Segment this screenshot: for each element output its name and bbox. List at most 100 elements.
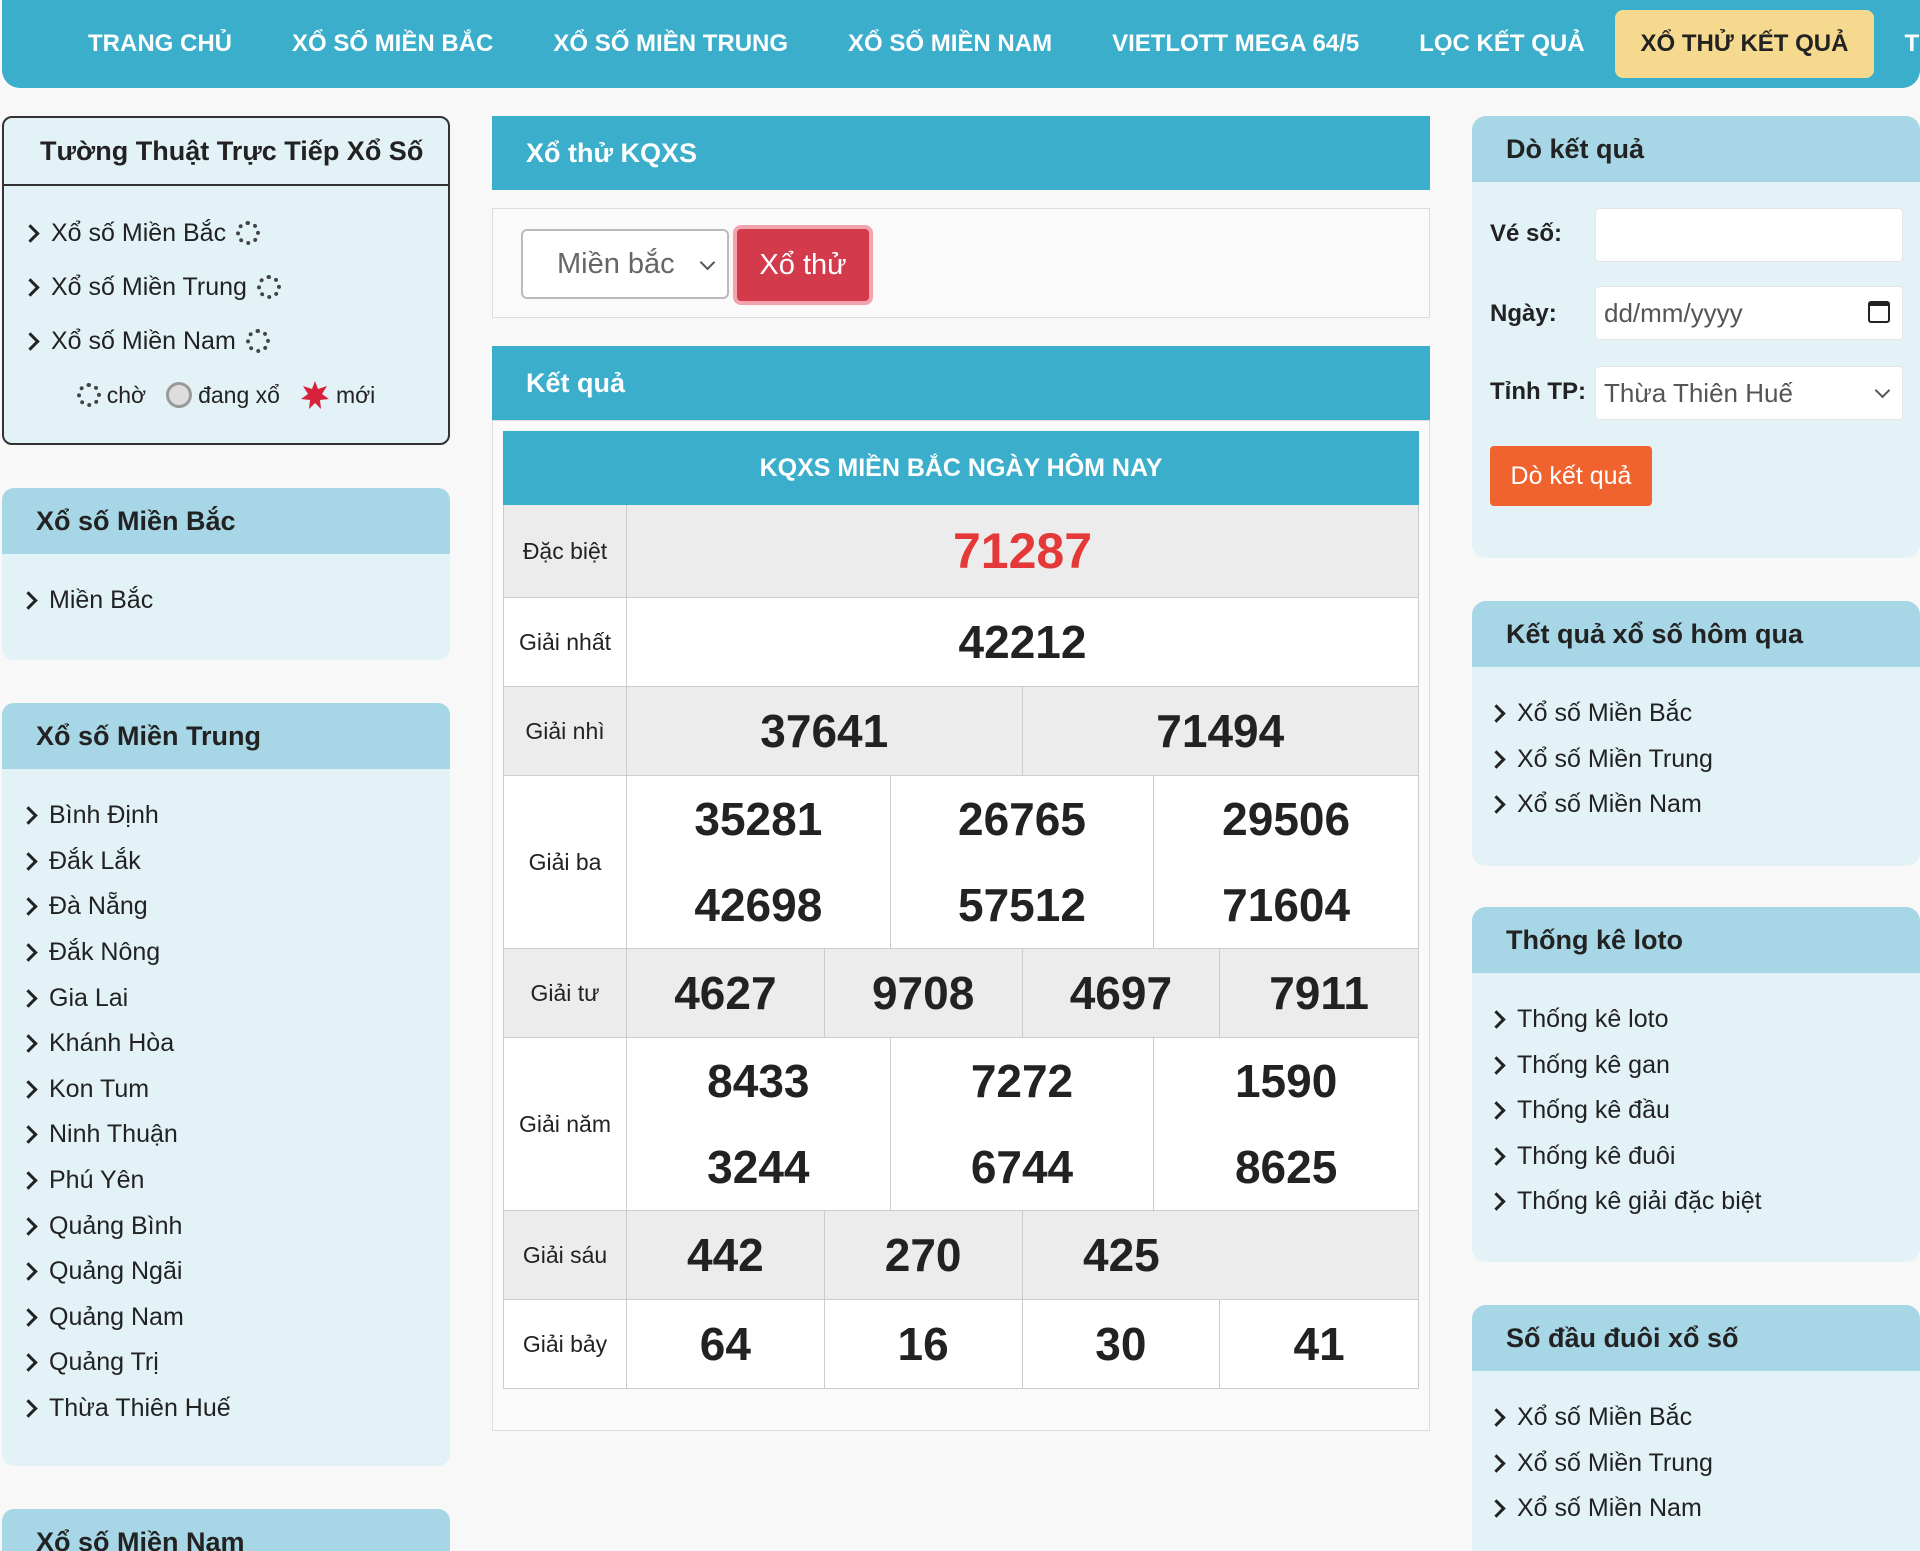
chevron-down-icon: [1874, 382, 1891, 399]
yesterday-link[interactable]: Xổ số Miền Nam: [1472, 782, 1920, 828]
nav-news[interactable]: TIN TỨC: [1874, 10, 1920, 78]
side-link-label: Miền Bắc: [49, 586, 154, 615]
side-link-province[interactable]: Khánh Hòa: [2, 1021, 450, 1067]
prize-row: Giải sáu 442 270 425: [503, 1211, 1419, 1300]
live-item-label: Xổ số Miền Trung: [51, 272, 247, 301]
link-label: Thống kê gan: [1517, 1050, 1670, 1079]
nav-trial[interactable]: XỔ THỬ KẾT QUẢ: [1614, 10, 1875, 78]
prize-number: 442: [627, 1211, 825, 1299]
side-link-province[interactable]: Quảng Nam: [2, 1295, 450, 1341]
side-link-province[interactable]: Đà Nẵng: [2, 884, 450, 930]
special-prize-number: 71287: [952, 523, 1093, 579]
trial-draw-button[interactable]: Xổ thử: [733, 225, 873, 305]
side-link-province[interactable]: Bình Định: [2, 793, 450, 839]
waiting-spinner-icon: [245, 329, 270, 353]
side-link-label: Đà Nẵng: [49, 892, 148, 921]
side-link-province[interactable]: Gia Lai: [2, 975, 450, 1021]
link-label: Thống kê đầu: [1517, 1096, 1670, 1125]
panel-title: Số đầu đuôi xổ số: [1472, 1305, 1920, 1371]
nav-filter[interactable]: LỌC KẾT QUẢ: [1389, 10, 1614, 78]
nav-home[interactable]: TRANG CHỦ: [58, 10, 262, 78]
side-link-province[interactable]: Kon Tum: [2, 1067, 450, 1113]
chevron-right-icon: [19, 1216, 38, 1236]
side-link-label: Phú Yên: [49, 1166, 145, 1195]
side-link-province[interactable]: Quảng Ngãi: [2, 1249, 450, 1295]
prize-label: Giải sáu: [504, 1211, 627, 1299]
chevron-right-icon: [1487, 1499, 1506, 1518]
side-link-province[interactable]: Phú Yên: [2, 1158, 450, 1204]
nav-vietlott[interactable]: VIETLOTT MEGA 64/5: [1082, 10, 1389, 78]
legend-wait: chờ: [76, 382, 146, 409]
trial-header: Xổ thử KQXS: [492, 116, 1430, 190]
side-link-province[interactable]: Quảng Trị: [2, 1340, 450, 1386]
new-star-icon: [300, 381, 329, 409]
side-link-province[interactable]: Đắk Nông: [2, 930, 450, 976]
prize-row: Giải ba 35281 26765 29506 42698 57512 71604: [503, 776, 1419, 949]
side-link-province[interactable]: Ninh Thuận: [2, 1112, 450, 1158]
side-link-label: Quảng Bình: [49, 1211, 183, 1240]
chevron-right-icon: [19, 897, 38, 917]
headtail-link[interactable]: Xổ số Miền Bắc: [1472, 1395, 1920, 1441]
stats-link[interactable]: Thống kê giải đặc biệt: [1472, 1179, 1920, 1225]
link-label: Xổ số Miền Nam: [1517, 790, 1702, 819]
chevron-right-icon: [1487, 1147, 1506, 1166]
prize-number: 4627: [627, 949, 825, 1037]
yesterday-link[interactable]: Xổ số Miền Trung: [1472, 737, 1920, 783]
headtail-link[interactable]: Xổ số Miền Trung: [1472, 1441, 1920, 1487]
nav-central[interactable]: XỔ SỐ MIỀN TRUNG: [523, 10, 818, 78]
chevron-right-icon: [1487, 1056, 1506, 1075]
side-link-province[interactable]: Quảng Bình: [2, 1203, 450, 1249]
side-link-province[interactable]: Đắk Lắk: [2, 839, 450, 885]
prize-number: 64: [627, 1300, 825, 1388]
side-link-label: Quảng Nam: [49, 1302, 184, 1331]
chevron-right-icon: [19, 1034, 38, 1053]
prize-number: 30: [1023, 1300, 1221, 1388]
left-central-panel: Xổ số Miền Trung Bình Định Đắk Lắk Đà Nẵng…: [2, 703, 450, 1466]
panel-title: Thống kê loto: [1472, 907, 1920, 973]
date-input[interactable]: dd/mm/yyyy: [1595, 286, 1903, 340]
check-result-button[interactable]: Dò kết quả: [1490, 446, 1652, 506]
province-select[interactable]: Thừa Thiên Huế: [1595, 366, 1903, 420]
prize-number: 7272: [891, 1038, 1155, 1124]
ticket-label: Vé số:: [1490, 220, 1563, 247]
nav-south[interactable]: XỔ SỐ MIỀN NAM: [818, 10, 1082, 78]
trial-form: Miền bắc Xổ thử: [492, 208, 1430, 318]
stats-link[interactable]: Thống kê loto: [1472, 997, 1920, 1043]
nav-north[interactable]: XỔ SỐ MIỀN BẮC: [262, 10, 523, 78]
prize-row: Giải năm 8433 7272 1590 3244 6744 8625: [503, 1038, 1419, 1211]
date-placeholder: dd/mm/yyyy: [1604, 297, 1743, 328]
side-link-label: Bình Định: [49, 801, 159, 830]
stats-link[interactable]: Thống kê gan: [1472, 1043, 1920, 1089]
chevron-right-icon: [19, 852, 38, 871]
calendar-icon[interactable]: [1868, 301, 1890, 323]
live-item-north[interactable]: Xổ số Miền Bắc: [4, 206, 448, 260]
check-result-panel: Dò kết quả Vé số: Ngày: dd/mm/yyyy Tỉnh …: [1472, 116, 1920, 558]
prize-row: Giải nhất 42212: [503, 598, 1419, 687]
prize-number: 7911: [1269, 967, 1370, 1019]
prize-label: Đặc biệt: [504, 505, 627, 597]
chevron-right-icon: [19, 943, 38, 962]
province-select-value: Thừa Thiên Huế: [1604, 377, 1793, 408]
panel-title: Xổ số Miền Nam: [2, 1509, 450, 1551]
prize-number: 35281: [627, 776, 891, 862]
stats-link[interactable]: Thống kê đầu: [1472, 1088, 1920, 1134]
live-item-south[interactable]: Xổ số Miền Nam: [4, 314, 448, 368]
prize-row: Giải bảy 64 16 30 41: [503, 1300, 1419, 1389]
region-select-value: Miền bắc: [557, 247, 675, 280]
live-item-central[interactable]: Xổ số Miền Trung: [4, 260, 448, 314]
region-select[interactable]: Miền bắc: [521, 229, 729, 299]
side-link-province[interactable]: Thừa Thiên Huế: [2, 1386, 450, 1432]
headtail-link[interactable]: Xổ số Miền Nam: [1472, 1486, 1920, 1532]
chevron-right-icon: [21, 331, 40, 351]
prize-number: 16: [825, 1300, 1023, 1388]
prize-numbers: 35281 26765 29506 42698 57512 71604: [627, 776, 1418, 948]
result-panel: KQXS MIỀN BẮC NGÀY HÔM NAY Đặc biệt 71287…: [492, 420, 1430, 1431]
ticket-input[interactable]: [1595, 208, 1903, 262]
live-coverage-panel: Tường Thuật Trực Tiếp Xổ Số Xổ số Miền B…: [2, 116, 450, 445]
link-label: Xổ số Miền Bắc: [1517, 699, 1693, 728]
prize-number: 71494: [1156, 705, 1285, 757]
yesterday-link[interactable]: Xổ số Miền Bắc: [1472, 691, 1920, 737]
side-link-mien-bac[interactable]: Miền Bắc: [2, 578, 450, 624]
link-label: Thống kê giải đặc biệt: [1517, 1187, 1762, 1216]
stats-link[interactable]: Thống kê đuôi: [1472, 1134, 1920, 1180]
